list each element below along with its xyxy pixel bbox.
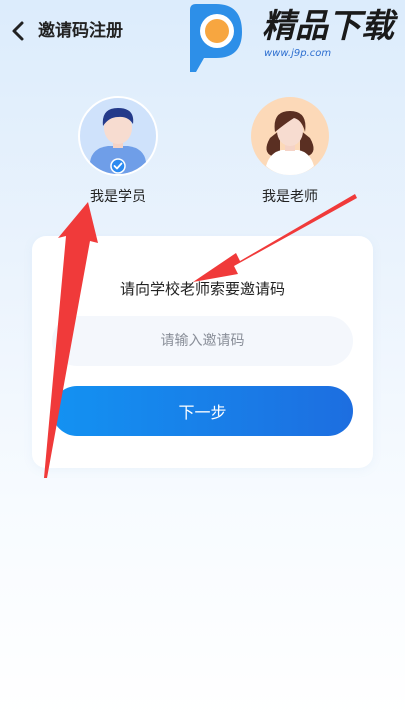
role-teacher-option[interactable]: 我是老师 <box>240 96 340 216</box>
role-teacher-label: 我是老师 <box>262 189 318 205</box>
page-title: 邀请码注册 <box>38 21 123 41</box>
watermark-title: 精品下载 <box>262 6 394 45</box>
watermark: 精品下载 www.j9p.com <box>178 0 405 74</box>
student-avatar <box>78 96 158 176</box>
role-student-option[interactable]: 我是学员 <box>68 96 168 216</box>
chevron-left-icon[interactable] <box>10 20 26 42</box>
p-logo-icon <box>190 4 242 72</box>
invite-code-input[interactable] <box>52 316 353 366</box>
teacher-avatar <box>251 97 329 175</box>
invite-code-card: 请向学校老师索要邀请码 下一步 <box>32 236 373 468</box>
next-button[interactable]: 下一步 <box>52 386 353 436</box>
card-title: 请向学校老师索要邀请码 <box>119 280 285 298</box>
check-badge-icon <box>110 158 126 174</box>
role-student-label: 我是学员 <box>90 189 146 205</box>
watermark-url: www.j9p.com <box>264 48 332 59</box>
